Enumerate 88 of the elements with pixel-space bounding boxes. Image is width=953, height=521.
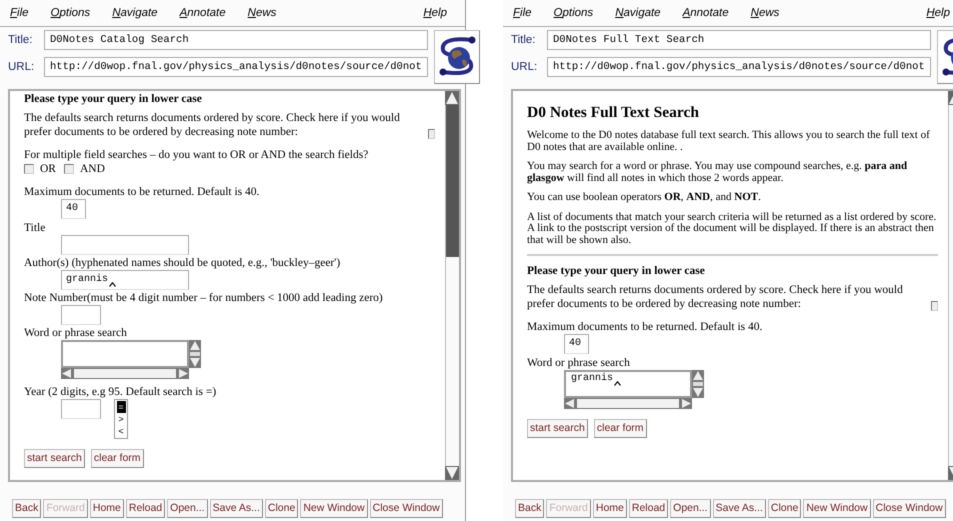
field-value: grannis	[66, 272, 108, 287]
toolbar-button[interactable]: Close Window	[370, 499, 443, 518]
field-label: Maximum documents to be returned. Default is 40.	[24, 185, 260, 199]
list-option[interactable]: =	[116, 401, 126, 413]
toolbar-button[interactable]: Home	[90, 499, 124, 518]
title-field[interactable]: D0Notes Full Text Search	[547, 30, 931, 50]
toolbar-button[interactable]: Open...	[167, 499, 208, 518]
toolbar-button[interactable]: Back	[515, 499, 544, 518]
checkbox[interactable]	[931, 301, 938, 311]
text-area[interactable]: grannis	[564, 370, 692, 398]
checkbox-label: OR	[40, 162, 56, 176]
toolbar-button[interactable]: Reload	[126, 499, 166, 518]
form-button[interactable]: clear form	[594, 419, 647, 438]
paragraph: You can use boolean operators OR, AND, and NOT.	[527, 192, 762, 204]
field-label: Note Number(must be 4 digit number – for numbers < 1000 add leading zero)	[24, 291, 384, 305]
toolbar-button[interactable]: Home	[592, 499, 627, 518]
paragraph: The defaults search returns documents ordered by score. Check here if you would prefer documents to be ordered by decreasing note number:	[24, 111, 401, 139]
menu-item[interactable]: Annotate	[682, 7, 729, 19]
up-arrow-icon[interactable]	[445, 91, 459, 105]
field-value: grannis	[571, 372, 614, 386]
down-arrow-icon[interactable]	[445, 466, 459, 480]
toolbar-button[interactable]: New Window	[300, 499, 368, 518]
input-field[interactable]	[61, 399, 101, 419]
menu-item[interactable]: File	[10, 7, 29, 19]
checkbox[interactable]	[428, 129, 435, 139]
menu-item[interactable]: News	[248, 7, 276, 19]
form-button[interactable]: start search	[527, 419, 588, 438]
field-value: 40	[66, 202, 78, 216]
toolbar-button[interactable]: Reload	[628, 499, 668, 518]
field-label: URL:	[8, 61, 36, 73]
menu-item[interactable]: Annotate	[180, 7, 226, 19]
menu-item[interactable]: Options	[554, 7, 594, 19]
paragraph: The defaults search returns documents ordered by score. Check here if you would prefer documents to be ordered by decreasing note number:	[527, 283, 904, 311]
url-field[interactable]: http://d0wop.fnal.gov/physics_analysis/d0notes/source/d0not	[547, 57, 931, 77]
toolbar-button[interactable]: Back	[12, 499, 42, 518]
field-value: 40	[569, 337, 582, 351]
form-button[interactable]: start search	[24, 449, 85, 468]
paragraph: A list of documents that match your search criteria will be returned as a list ordered by score. A link to the postscript version of the document will be displayed. If there is an abstract then that will be shown also.	[527, 212, 938, 246]
toolbar-button[interactable]: Save As...	[210, 499, 263, 518]
scrollbar[interactable]	[692, 370, 704, 398]
question-text: For multiple field searches – do you want to OR or AND the search fields?	[24, 148, 370, 162]
text-area[interactable]	[61, 340, 189, 368]
checkbox[interactable]	[24, 164, 34, 174]
input-field[interactable]	[61, 305, 101, 325]
menu-item[interactable]: Navigate	[112, 7, 158, 19]
list-option[interactable]: >	[116, 413, 126, 425]
field-label: Year (2 digits, e.g 95. Default search is =)	[24, 385, 218, 399]
input-field[interactable]: grannis	[61, 270, 189, 290]
field-label: Title:	[8, 34, 34, 46]
menu-item[interactable]: File	[513, 7, 532, 19]
input-field[interactable]: 40	[564, 334, 589, 354]
globe-logo-icon[interactable]	[434, 30, 480, 84]
menu-item[interactable]: Options	[50, 7, 90, 19]
scrollbar[interactable]	[445, 91, 459, 480]
section-heading: Please type your query in lower case	[527, 264, 706, 278]
toolbar-button[interactable]: New Window	[803, 499, 871, 518]
toolbar-button[interactable]: Save As...	[712, 499, 766, 518]
paragraph: You may search for a word or phrase. You may use compound searches, e.g. para and glasgow will find all notes in which those 2 words appear.	[527, 161, 908, 184]
field-label: Title	[24, 221, 46, 235]
field-label: Word or phrase search	[24, 326, 128, 340]
field-label: Maximum documents to be returned. Default is 40.	[527, 320, 764, 334]
scrollbar[interactable]	[189, 340, 201, 368]
operator-list[interactable]: = > <	[114, 399, 128, 439]
scrollbar[interactable]	[61, 368, 189, 379]
scrollbar[interactable]	[564, 398, 692, 409]
input-field[interactable]	[61, 235, 189, 255]
toolbar-button[interactable]: Close Window	[872, 499, 946, 518]
checkbox[interactable]	[64, 164, 74, 174]
checkbox-label: AND	[80, 162, 105, 176]
input-field[interactable]: 40	[61, 199, 86, 219]
menu-item[interactable]: Help	[423, 7, 447, 19]
field-label: Author(s) (hyphenated names should be quoted, e.g., 'buckley–geer')	[24, 256, 342, 270]
field-label: Word or phrase search	[527, 356, 631, 370]
field-label: Title:	[511, 34, 536, 46]
menu-item[interactable]: News	[750, 7, 780, 19]
url-field[interactable]: http://d0wop.fnal.gov/physics_analysis/d0notes/source/d0not	[44, 57, 428, 77]
menu-item[interactable]: Navigate	[615, 7, 661, 19]
toolbar-button[interactable]: Open...	[670, 499, 711, 518]
paragraph: Welcome to the D0 notes database full text search. This allows you to search the full text of D0 notes that are available online. .	[527, 130, 931, 153]
page-heading: D0 Notes Full Text Search	[527, 106, 700, 120]
section-heading: Please type your query in lower case	[24, 92, 203, 106]
menu-item[interactable]: Help	[926, 7, 950, 19]
field-label: URL:	[511, 61, 538, 73]
toolbar-button[interactable]: Clone	[264, 499, 298, 518]
list-option[interactable]: <	[116, 425, 126, 437]
form-button[interactable]: clear form	[90, 449, 144, 468]
title-field[interactable]: D0Notes Catalog Search	[44, 30, 428, 50]
toolbar-button[interactable]: Clone	[768, 499, 802, 518]
